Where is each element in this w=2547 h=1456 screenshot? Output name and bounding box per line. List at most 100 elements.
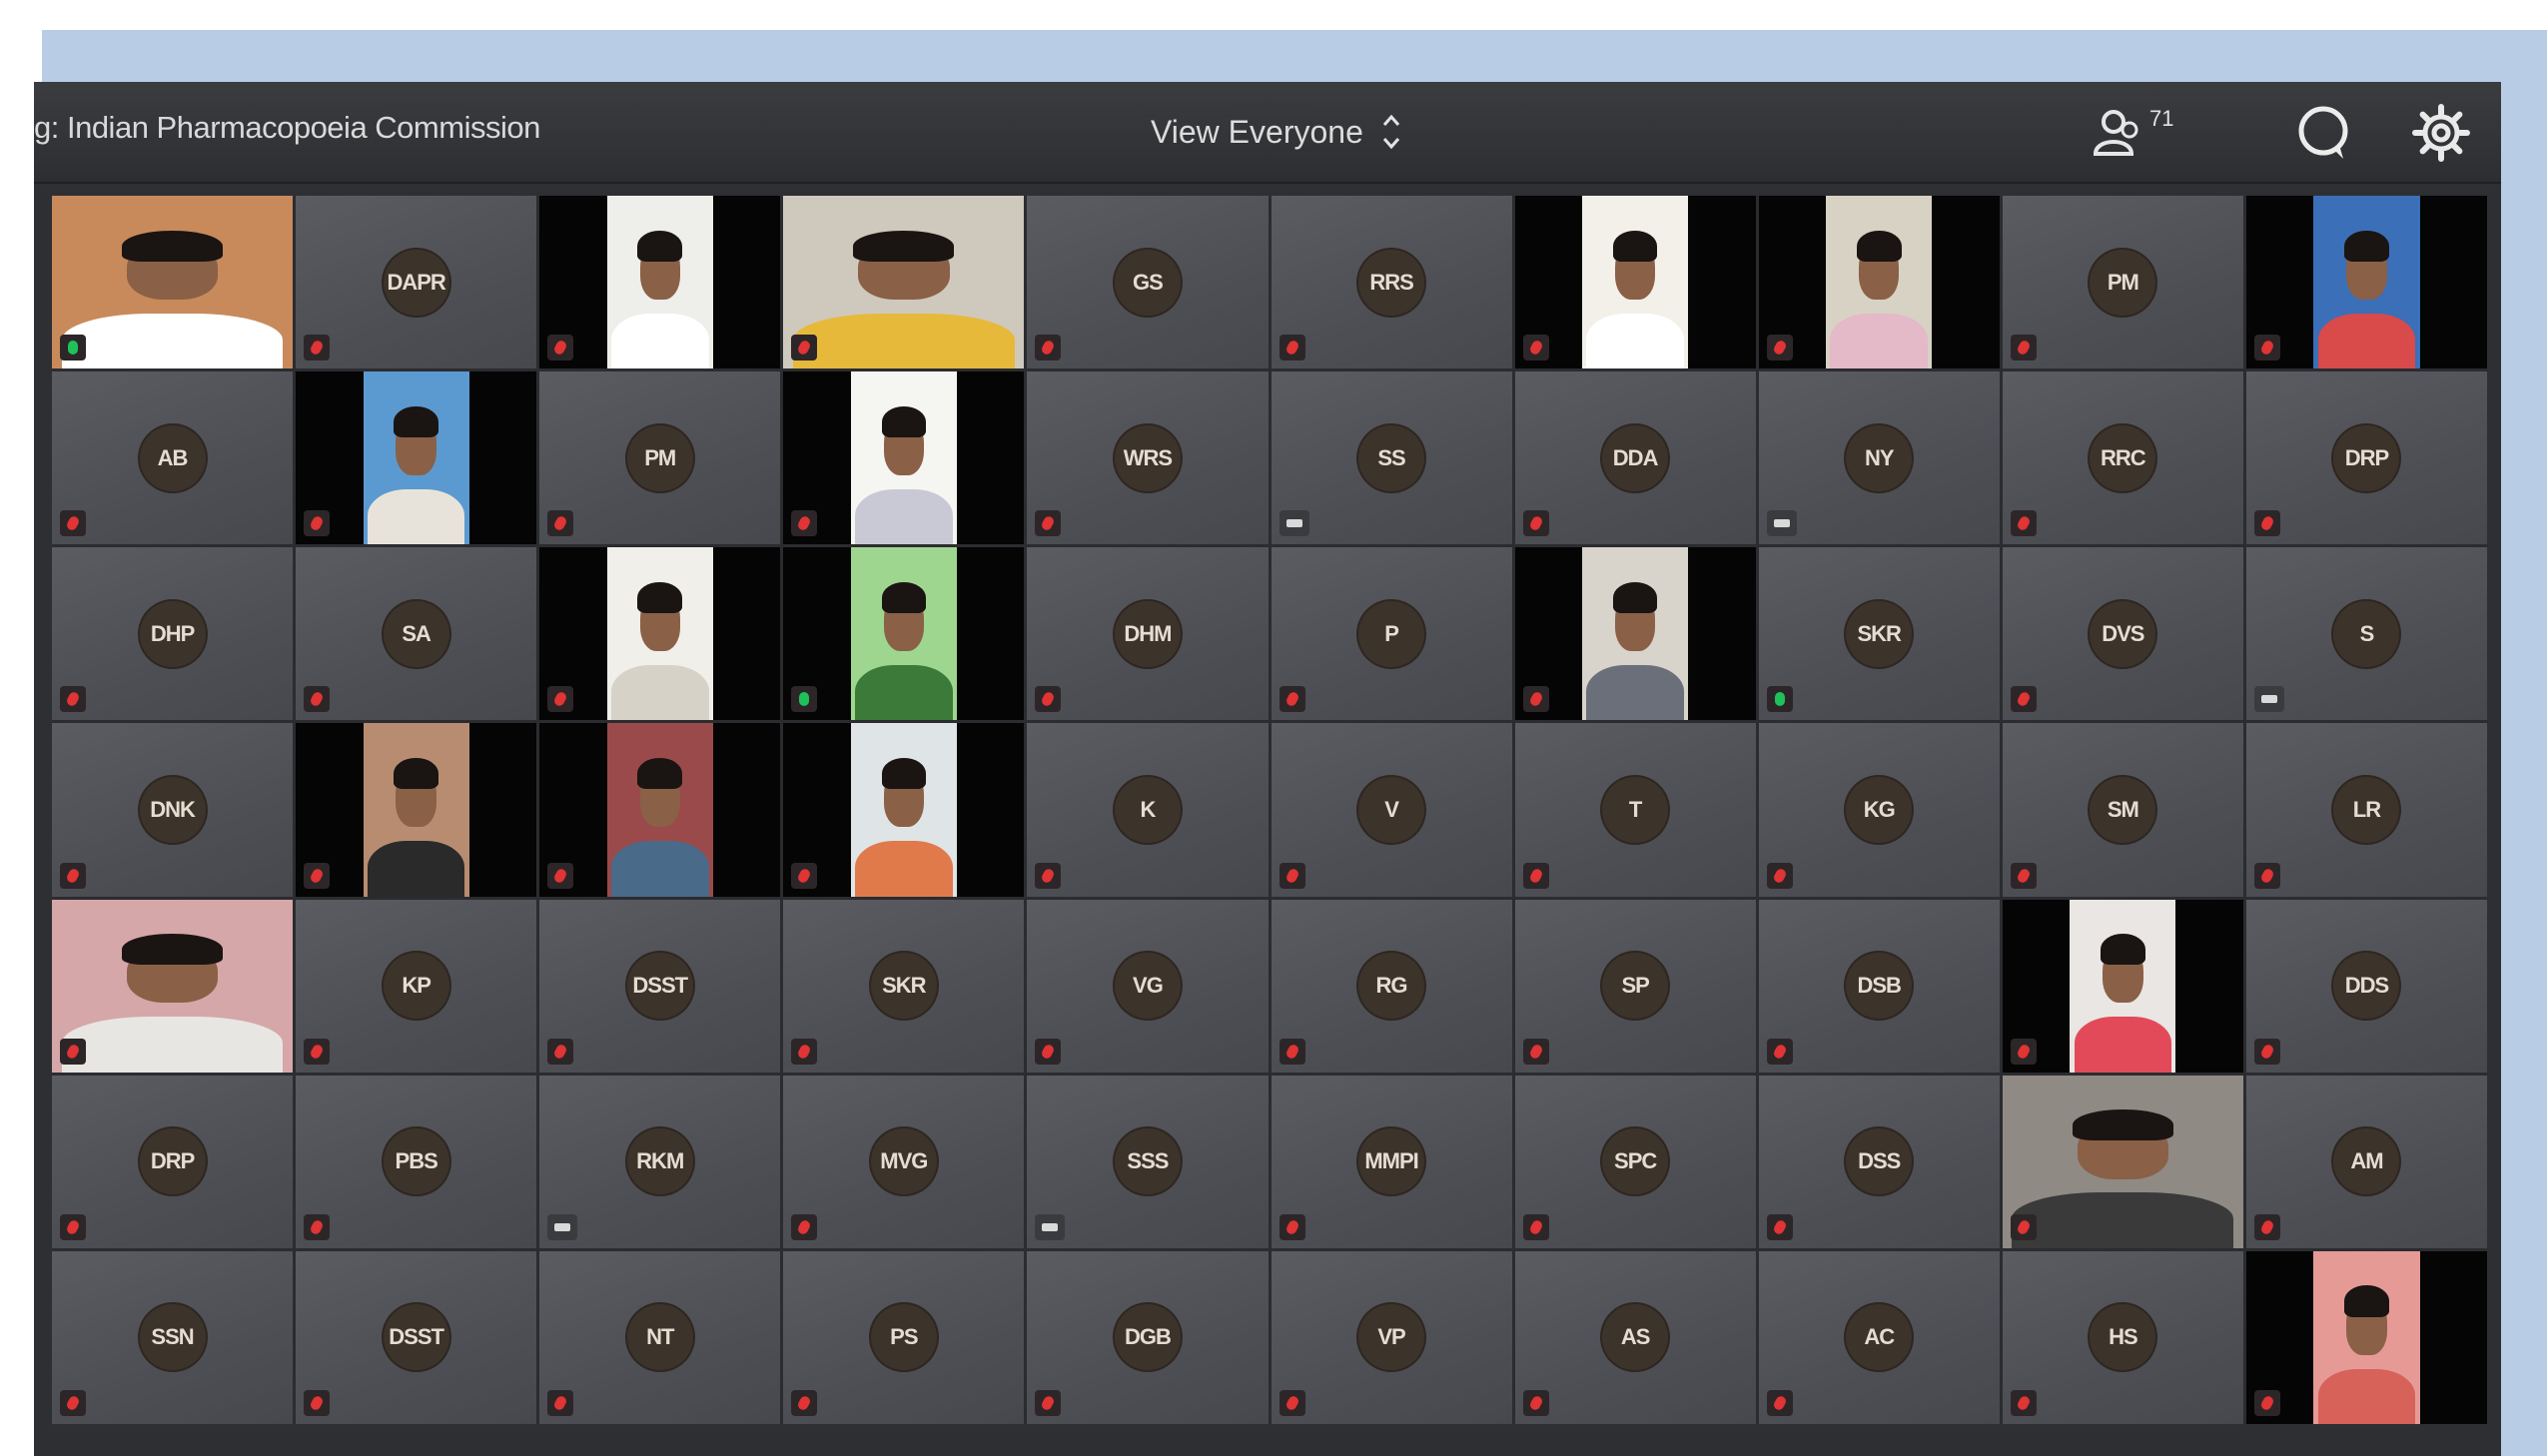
participant-tile[interactable]: KG	[1758, 723, 2000, 897]
participant-tile[interactable]: WRS	[1027, 371, 1269, 545]
participant-tile[interactable]: P	[1271, 547, 1512, 721]
participant-initials-avatar: DDA	[1602, 424, 1669, 491]
participant-video-tile[interactable]	[783, 547, 1025, 721]
participant-video-tile[interactable]	[783, 196, 1025, 369]
participant-tile[interactable]: HS	[2002, 1250, 2243, 1424]
participant-tile[interactable]: RRS	[1271, 196, 1512, 369]
participant-tile[interactable]: SSN	[52, 1250, 294, 1424]
participant-video-tile[interactable]	[1514, 196, 1756, 369]
participant-tile[interactable]: DGB	[1027, 1250, 1269, 1424]
participant-video-tile[interactable]	[2002, 899, 2243, 1073]
participant-tile[interactable]: PBS	[296, 1075, 537, 1248]
participant-video-tile[interactable]	[2002, 1075, 2243, 1248]
participant-tile[interactable]: RKM	[539, 1075, 781, 1248]
participant-video-tile[interactable]	[296, 371, 537, 545]
mic-muted-icon	[1522, 335, 1549, 362]
participant-tile[interactable]: DRP	[2245, 371, 2487, 545]
participant-video-tile[interactable]	[2245, 196, 2487, 369]
participant-video-tile[interactable]	[296, 723, 537, 897]
participant-video-tile[interactable]	[1514, 547, 1756, 721]
participant-tile[interactable]: DSST	[296, 1250, 537, 1424]
participant-tile[interactable]: SA	[296, 547, 537, 721]
participant-initials-avatar: AB	[139, 424, 206, 491]
participant-tile[interactable]: DHM	[1027, 547, 1269, 721]
camera-feed	[1582, 196, 1689, 369]
participant-tile[interactable]: NY	[1758, 371, 2000, 545]
chat-button[interactable]	[2293, 104, 2353, 162]
participant-tile[interactable]: DSST	[539, 899, 781, 1073]
participant-video-tile[interactable]	[539, 196, 781, 369]
participant-video-tile[interactable]	[52, 196, 294, 369]
person-silhouette-hair	[637, 230, 683, 262]
participant-tile[interactable]: LR	[2245, 723, 2487, 897]
participant-video-tile[interactable]	[2245, 1250, 2487, 1424]
participant-tile[interactable]: DNK	[52, 723, 294, 897]
participant-tile[interactable]: DDA	[1514, 371, 1756, 545]
participant-tile[interactable]: AM	[2245, 1075, 2487, 1248]
participant-tile[interactable]: SP	[1514, 899, 1756, 1073]
participant-tile[interactable]: AB	[52, 371, 294, 545]
participant-tile[interactable]: VG	[1027, 899, 1269, 1073]
participant-tile[interactable]: RRC	[2002, 371, 2243, 545]
participant-initials-avatar: AS	[1602, 1304, 1669, 1371]
status-glyph	[1283, 1218, 1300, 1236]
participant-tile[interactable]: K	[1027, 723, 1269, 897]
participant-tile[interactable]: PM	[539, 371, 781, 545]
participant-tile[interactable]: PM	[2002, 196, 2243, 369]
status-glyph	[1040, 339, 1057, 357]
participant-tile[interactable]: VP	[1271, 1250, 1512, 1424]
mic-muted-icon	[1522, 862, 1549, 889]
participant-tile[interactable]: DRP	[52, 1075, 294, 1248]
participant-tile[interactable]: AS	[1514, 1250, 1756, 1424]
participant-tile[interactable]: DHP	[52, 547, 294, 721]
participant-tile[interactable]: DSS	[1758, 1075, 2000, 1248]
participant-initials-avatar: P	[1358, 600, 1425, 667]
participant-tile[interactable]: DDS	[2245, 899, 2487, 1073]
participant-video-tile[interactable]	[539, 547, 781, 721]
participant-initials-avatar: MVG	[870, 1128, 937, 1195]
participant-tile[interactable]: SM	[2002, 723, 2243, 897]
settings-button[interactable]	[2411, 104, 2471, 162]
status-glyph	[552, 1394, 568, 1412]
participant-tile[interactable]: KP	[296, 899, 537, 1073]
person-silhouette-body	[2317, 313, 2416, 369]
participant-tile[interactable]: DAPR	[296, 196, 537, 369]
camera-feed	[2002, 1075, 2243, 1248]
participant-initials-avatar: PM	[626, 424, 693, 491]
participant-tile[interactable]: RG	[1271, 899, 1512, 1073]
participant-video-tile[interactable]	[783, 723, 1025, 897]
participant-tile[interactable]: NT	[539, 1250, 781, 1424]
participant-video-tile[interactable]	[52, 899, 294, 1073]
participant-initials-avatar: AM	[2333, 1128, 2400, 1195]
participant-video-tile[interactable]	[1758, 196, 2000, 369]
view-mode-selector[interactable]: View Everyone	[1151, 104, 1401, 160]
mic-muted-icon	[547, 1389, 574, 1416]
meeting-window: g: Indian Pharmacopoeia Commission View …	[34, 82, 2501, 1456]
mic-muted-icon	[547, 510, 574, 537]
status-glyph	[1771, 1218, 1788, 1236]
participant-initials-avatar: DHP	[139, 600, 206, 667]
participant-tile[interactable]: SSS	[1027, 1075, 1269, 1248]
participant-tile[interactable]: SKR	[1758, 547, 2000, 721]
participant-tile[interactable]: DVS	[2002, 547, 2243, 721]
participant-tile[interactable]: MMPI	[1271, 1075, 1512, 1248]
person-silhouette-body	[855, 841, 953, 897]
participant-tile[interactable]: S	[2245, 547, 2487, 721]
status-glyph	[1042, 1222, 1059, 1231]
participant-tile[interactable]: SS	[1271, 371, 1512, 545]
person-silhouette-hair	[853, 230, 955, 262]
participants-button[interactable]: 71	[2090, 104, 2173, 162]
participant-initials-avatar: WRS	[1114, 424, 1181, 491]
participant-tile[interactable]: V	[1271, 723, 1512, 897]
participant-tile[interactable]: T	[1514, 723, 1756, 897]
participant-tile[interactable]: SKR	[783, 899, 1025, 1073]
participant-tile[interactable]: AC	[1758, 1250, 2000, 1424]
participant-tile[interactable]: GS	[1027, 196, 1269, 369]
participant-tile[interactable]: DSB	[1758, 899, 2000, 1073]
participant-video-tile[interactable]	[539, 723, 781, 897]
participant-grid: DAPR GS RRS PM AB PM WRS SS DDA NY RRC DRP DHP SA DHM P…	[52, 196, 2487, 1424]
participant-tile[interactable]: SPC	[1514, 1075, 1756, 1248]
participant-tile[interactable]: PS	[783, 1250, 1025, 1424]
participant-video-tile[interactable]	[783, 371, 1025, 545]
participant-tile[interactable]: MVG	[783, 1075, 1025, 1248]
